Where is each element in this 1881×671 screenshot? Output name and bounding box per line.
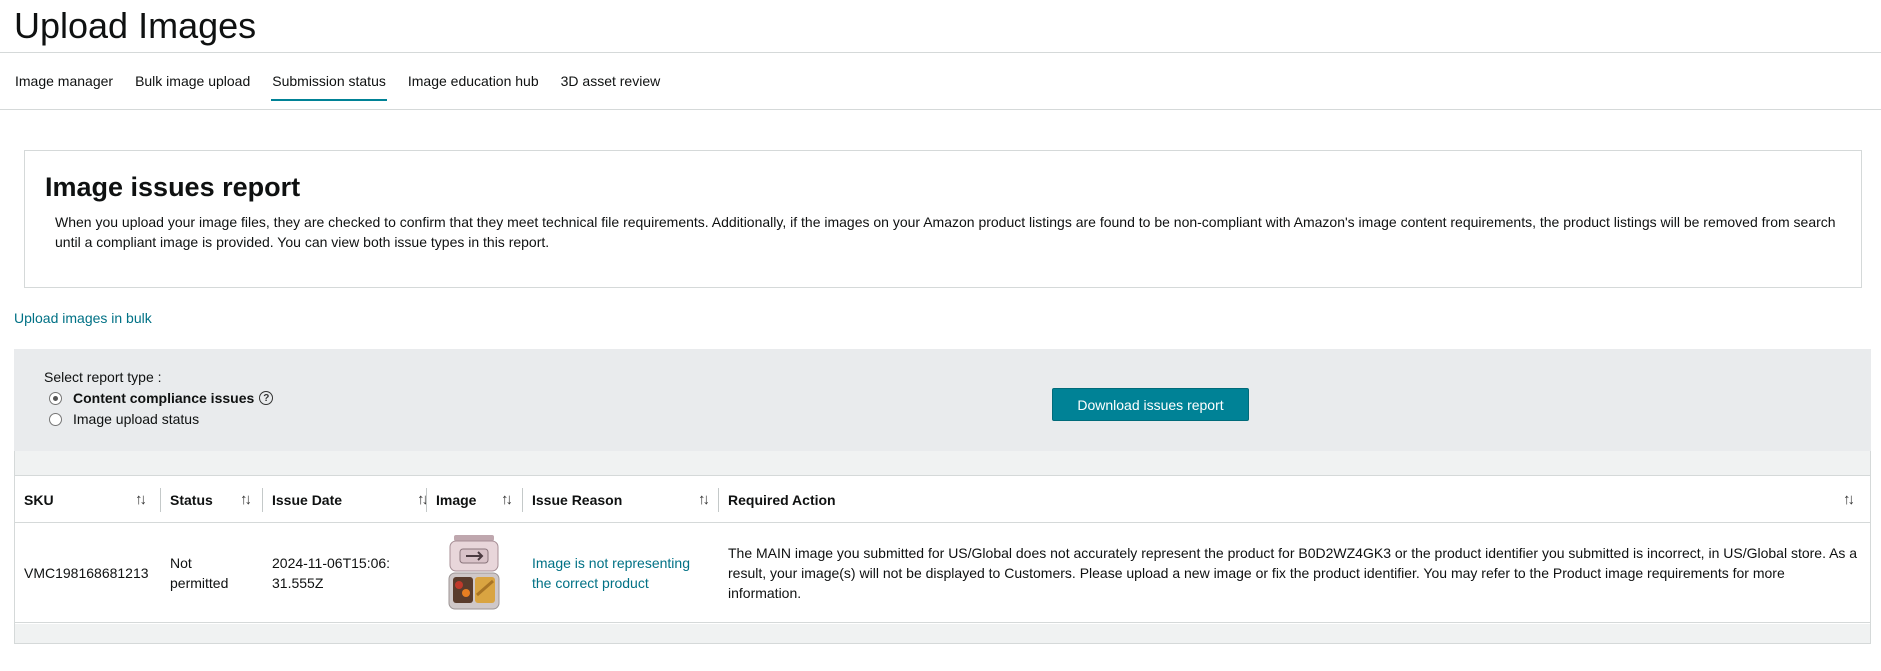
sort-icon[interactable]: ↑↓ [240,491,252,508]
cell-required-action: The MAIN image you submitted for US/Glob… [728,545,1858,601]
radio-content-compliance[interactable]: Content compliance issues ? [49,390,274,406]
radio-button-checked[interactable] [49,391,62,405]
sort-icon[interactable]: ↑↓ [698,491,710,508]
upload-images-in-bulk-link[interactable]: Upload images in bulk [14,308,152,328]
column-separator [718,488,719,512]
page-title: Upload Images [14,5,257,46]
tab-image-manager[interactable]: Image manager [14,68,114,102]
tabs-divider [0,109,1881,110]
column-separator [160,488,161,512]
column-separator [426,488,427,512]
column-label-status: Status [170,491,213,508]
table-header: SKU ↑↓ Status ↑↓ Issue Date ↑↓ Image ↑↓ … [15,476,1870,523]
tab-bar: Image manager Bulk image upload Submissi… [14,68,661,102]
column-header-sku[interactable]: SKU ↑↓ [24,476,147,523]
column-separator [262,488,263,512]
tab-submission-status[interactable]: Submission status [271,68,387,102]
table-top-band [15,451,1870,476]
help-icon[interactable]: ? [259,391,274,405]
title-divider [0,52,1881,53]
cell-issue-reason-link[interactable]: Image is not representing the correct pr… [532,553,702,593]
report-description: When you upload your image files, they a… [55,214,1836,250]
sort-icon[interactable]: ↑↓ [417,491,429,508]
radio-image-upload-status[interactable]: Image upload status [49,411,199,427]
column-separator [522,488,523,512]
column-label-sku: SKU [24,491,54,508]
sort-icon[interactable]: ↑↓ [1843,491,1855,508]
download-issues-report-button[interactable]: Download issues report [1052,388,1249,421]
column-header-image[interactable]: Image ↑↓ [436,476,516,523]
radio-label-image-upload-status: Image upload status [73,411,200,427]
column-header-issue-date[interactable]: Issue Date ↑↓ [272,476,429,523]
radio-button-unchecked[interactable] [49,412,62,426]
table-bottom-band [15,624,1870,643]
report-controls-panel: Select report type : Content compliance … [14,349,1871,451]
sort-icon[interactable]: ↑↓ [501,491,513,508]
tab-3d-asset-review[interactable]: 3D asset review [560,68,662,102]
column-label-image: Image [436,491,477,508]
tab-image-education-hub[interactable]: Image education hub [407,68,540,102]
cell-issue-date: 2024-11-06T15:06:31.555Z [272,555,391,591]
select-report-type-label: Select report type : [44,369,162,385]
report-title: Image issues report [45,172,301,202]
column-label-issue-reason: Issue Reason [532,491,623,508]
report-info-box: Image issues report When you upload your… [24,150,1862,288]
column-header-issue-reason[interactable]: Issue Reason ↑↓ [532,476,712,523]
cell-sku: VMC198168681213 [24,565,149,581]
product-thumbnail[interactable] [444,533,504,613]
issues-table: SKU ↑↓ Status ↑↓ Issue Date ↑↓ Image ↑↓ … [14,451,1871,644]
column-label-issue-date: Issue Date [272,491,343,508]
sort-icon[interactable]: ↑↓ [135,491,147,508]
table-row: VMC198168681213 Not permitted 2024-11-06… [15,523,1870,623]
cell-status: Not permitted [170,555,229,591]
tab-bulk-image-upload[interactable]: Bulk image upload [134,68,251,102]
column-header-required-action[interactable]: Required Action ↑↓ [728,476,1858,523]
column-header-status[interactable]: Status ↑↓ [170,476,260,523]
column-label-required-action: Required Action [728,491,836,508]
radio-label-content-compliance: Content compliance issues [73,390,255,406]
